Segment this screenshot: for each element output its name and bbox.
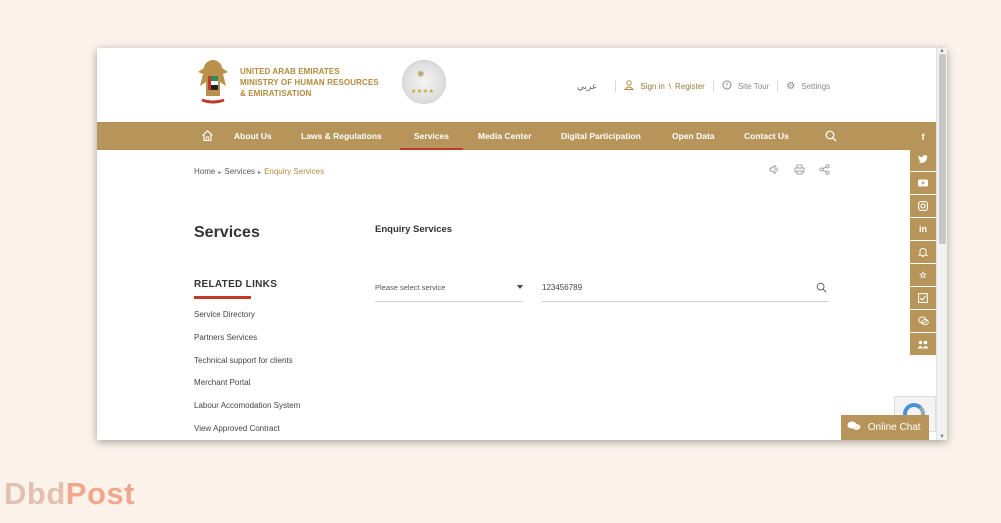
stars-rating-badge: ✺ ★★★★ (402, 60, 446, 104)
related-link-technical-support[interactable]: Technical support for clients (194, 356, 300, 379)
sign-in-link[interactable]: Sign in (640, 82, 664, 91)
home-icon[interactable] (201, 129, 214, 142)
youtube-icon[interactable] (910, 172, 936, 194)
page-tools (769, 164, 830, 178)
people-icon[interactable] (910, 333, 936, 355)
related-link-approved-contract[interactable]: View Approved Contract (194, 424, 300, 440)
divider (615, 80, 617, 92)
uae-emblem-logo[interactable] (194, 56, 232, 106)
page-title: Services (194, 224, 260, 241)
online-chat-label: Online Chat (867, 422, 921, 433)
chat-bubbles-icon[interactable] (910, 310, 936, 332)
service-select-value: Please select service (375, 283, 446, 292)
badge-stars-icon: ★★★★ (411, 89, 435, 95)
checkbox-icon[interactable] (910, 287, 936, 309)
service-select[interactable]: Please select service (375, 280, 523, 302)
user-icon (624, 79, 635, 93)
star-icon[interactable]: ☆ (910, 264, 936, 286)
nav-services[interactable]: Services (400, 122, 463, 150)
ministry-name: UNITED ARAB EMIRATES MINISTRY OF HUMAN R… (240, 66, 379, 99)
scrollbar[interactable]: ▲ ▼ (936, 48, 947, 440)
related-link-partners-services[interactable]: Partners Services (194, 333, 300, 356)
nav-contact-us[interactable]: Contact Us (744, 122, 789, 150)
related-links-list: Service Directory Partners Services Tech… (194, 310, 300, 440)
online-chat-button[interactable]: Online Chat (841, 415, 929, 440)
ministry-line-3: & EMIRATISATION (240, 89, 312, 98)
twitter-icon[interactable] (910, 149, 936, 171)
divider (777, 80, 779, 92)
print-icon[interactable] (794, 164, 805, 178)
breadcrumb-current: Enquiry Services (264, 167, 325, 176)
search-input[interactable]: 123456789 (542, 280, 829, 302)
ministry-line-2: MINISTRY OF HUMAN RESOURCES (240, 78, 379, 87)
chat-icon (847, 421, 868, 433)
breadcrumb-home[interactable]: Home (194, 167, 215, 176)
badge-emblem-icon: ✺ (417, 69, 425, 79)
settings-link[interactable]: Settings (801, 82, 830, 91)
main-nav: About Us Laws & Regulations Services Med… (97, 122, 936, 150)
breadcrumb-arrow-icon: ▸ (258, 170, 262, 176)
related-link-service-directory[interactable]: Service Directory (194, 310, 300, 333)
nav-digital-participation[interactable]: Digital Participation (561, 122, 641, 150)
register-link[interactable]: Register (675, 82, 705, 91)
nav-about-us[interactable]: About Us (234, 122, 272, 150)
linkedin-icon[interactable]: in (910, 218, 936, 240)
help-circle-icon: ? (722, 80, 732, 93)
share-icon[interactable] (819, 164, 830, 178)
nav-laws-regulations[interactable]: Laws & Regulations (301, 122, 382, 150)
facebook-icon[interactable]: f (910, 126, 936, 148)
language-toggle[interactable]: عربي (577, 81, 597, 92)
speaker-icon[interactable] (769, 164, 780, 178)
related-link-merchant-portal[interactable]: Merchant Portal (194, 378, 300, 401)
site-tour-link[interactable]: Site Tour (738, 82, 769, 91)
chevron-down-icon (517, 285, 523, 289)
search-icon[interactable] (816, 282, 827, 293)
breadcrumb-arrow-icon: ▸ (218, 170, 222, 176)
site-header: UNITED ARAB EMIRATES MINISTRY OF HUMAN R… (97, 48, 936, 122)
top-links: عربي Sign in \ Register ? Site Tour ⚙ Se… (577, 79, 830, 93)
search-icon[interactable] (825, 130, 837, 142)
related-link-labour-accommodation[interactable]: Labour Accomodation System (194, 401, 300, 424)
title-underline (194, 296, 251, 299)
divider (712, 80, 714, 92)
breadcrumb-services[interactable]: Services (224, 167, 255, 176)
bell-icon[interactable] (910, 241, 936, 263)
section-title: Enquiry Services (375, 224, 453, 235)
scrollbar-thumb[interactable] (939, 54, 946, 244)
nav-open-data[interactable]: Open Data (672, 122, 715, 150)
scroll-down-icon[interactable]: ▼ (939, 434, 945, 440)
search-input-value: 123456789 (542, 283, 583, 292)
gear-icon: ⚙ (786, 80, 796, 92)
instagram-icon[interactable] (910, 195, 936, 217)
ministry-line-1: UNITED ARAB EMIRATES (240, 67, 340, 76)
browser-window: UNITED ARAB EMIRATES MINISTRY OF HUMAN R… (97, 48, 947, 440)
watermark-part-1: Dbd (4, 476, 66, 511)
link-separator: \ (668, 81, 672, 91)
related-links-title: RELATED LINKS (194, 279, 278, 290)
nav-media-center[interactable]: Media Center (478, 122, 531, 150)
breadcrumb: Home ▸ Services ▸ Enquiry Services (194, 167, 324, 176)
watermark-part-2: Post (65, 476, 135, 511)
svg-text:?: ? (725, 82, 728, 89)
dbdpost-watermark-logo: DbdPost (4, 476, 135, 512)
social-sidebar: f in ☆ (910, 126, 936, 356)
